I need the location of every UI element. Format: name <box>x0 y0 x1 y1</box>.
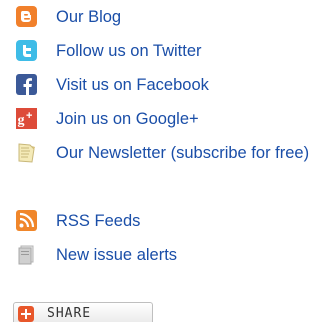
google-plus-icon[interactable]: g + <box>16 108 37 129</box>
link-rss[interactable]: RSS Feeds <box>0 204 326 238</box>
svg-text:+: + <box>26 110 32 122</box>
rss-link[interactable]: RSS Feeds <box>56 204 318 238</box>
newsletter-link[interactable]: Our Newsletter (subscribe for free) <box>56 136 318 170</box>
share-plus-icon <box>18 306 34 322</box>
share-button[interactable]: SHARE <box>13 302 153 322</box>
twitter-icon[interactable] <box>16 40 37 61</box>
link-newsletter[interactable]: Our Newsletter (subscribe for free) <box>0 136 326 204</box>
link-blog[interactable]: Our Blog <box>0 0 326 34</box>
google-plus-link[interactable]: Join us on Google+ <box>56 102 318 136</box>
blog-link[interactable]: Our Blog <box>56 0 318 34</box>
share-label: SHARE <box>47 306 92 321</box>
blogger-icon[interactable] <box>16 6 37 27</box>
twitter-link[interactable]: Follow us on Twitter <box>56 34 318 68</box>
alerts-link[interactable]: New issue alerts <box>56 238 318 272</box>
social-links-list: Our Blog Follow us on Twitter Visit us o… <box>0 0 326 272</box>
newsletter-icon[interactable] <box>16 142 37 163</box>
link-google-plus[interactable]: g + Join us on Google+ <box>0 102 326 136</box>
link-alerts[interactable]: New issue alerts <box>0 238 326 272</box>
facebook-link[interactable]: Visit us on Facebook <box>56 68 318 102</box>
svg-text:g: g <box>18 113 25 128</box>
link-twitter[interactable]: Follow us on Twitter <box>0 34 326 68</box>
alerts-icon[interactable] <box>16 244 37 265</box>
rss-icon[interactable] <box>16 210 37 231</box>
link-facebook[interactable]: Visit us on Facebook <box>0 68 326 102</box>
facebook-icon[interactable] <box>16 74 37 95</box>
